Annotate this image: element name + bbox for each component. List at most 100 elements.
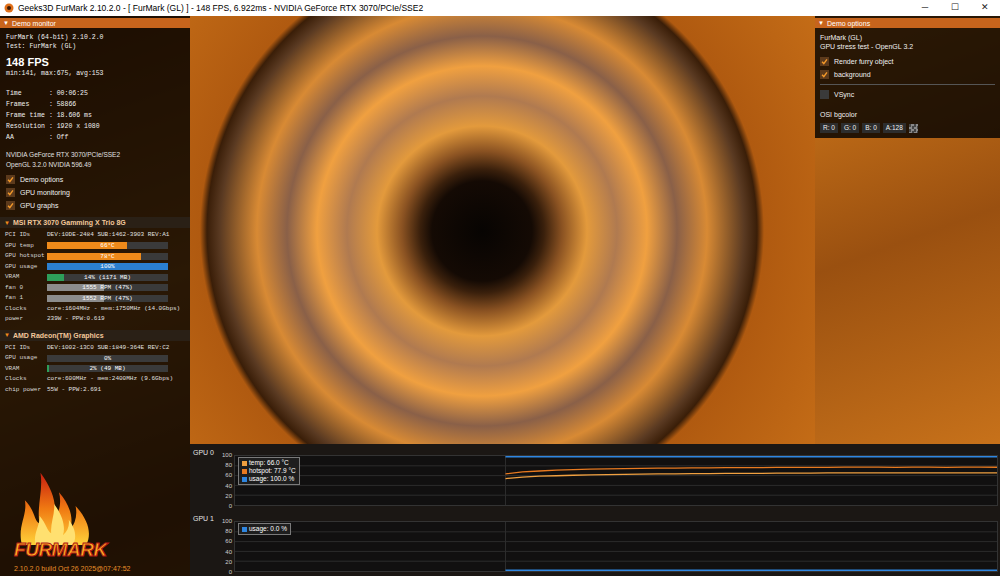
checkbox-row[interactable]: VSync <box>820 88 995 101</box>
check-icon <box>7 176 14 183</box>
meter-value: 66°C <box>47 242 168 249</box>
gpu-row: Clockscore:600MHz - mem:2400MHz (9.6Gbps… <box>5 374 185 385</box>
checkbox[interactable] <box>820 90 829 99</box>
checkbox-label: GPU monitoring <box>20 188 70 197</box>
color-field[interactable]: R: 0 <box>820 123 838 133</box>
color-field[interactable]: B: 0 <box>862 123 880 133</box>
checkbox-label: background <box>834 70 871 79</box>
window-control-button[interactable]: ✕ <box>970 0 1000 16</box>
checkbox[interactable] <box>820 70 829 79</box>
gpu-header[interactable]: ▼MSI RTX 3070 Gamming X Trio 8G <box>0 217 190 228</box>
checkbox[interactable] <box>820 57 829 66</box>
gpu-row: VRAM14% (1171 MB) <box>5 272 185 283</box>
stat-line: AA : Off <box>6 132 184 143</box>
gpu-row: GPU hotspot78°C <box>5 251 185 262</box>
checkbox[interactable] <box>6 201 15 210</box>
app-window: Geeks3D FurMark 2.10.2.0 - [ FurMark (GL… <box>0 0 1000 576</box>
checkbox-row[interactable]: GPU graphs <box>6 199 184 212</box>
collapse-icon[interactable]: ▼ <box>818 19 824 27</box>
graphs-panel: GPU 0100806040200 temp: 66.0 °Chotspot: 7… <box>190 444 1000 576</box>
legend-swatch <box>242 477 247 482</box>
legend-item: temp: 66.0 °C <box>242 459 296 467</box>
color-swatch[interactable] <box>909 124 918 133</box>
chart-legend: temp: 66.0 °Chotspot: 77.9 °Cusage: 100.… <box>238 457 300 485</box>
color-field[interactable]: G: 0 <box>841 123 859 133</box>
gpu-row: VRAM2% (49 MB) <box>5 364 185 375</box>
expand-icon[interactable]: ▼ <box>4 219 10 227</box>
panel-header[interactable]: ▼Demo options <box>815 18 1000 28</box>
meter-fill <box>47 253 141 260</box>
meter-track: 1552 RPM (47%) <box>47 295 168 302</box>
panel-header[interactable]: ▼Demo monitor <box>0 18 190 28</box>
color-field[interactable]: A:128 <box>883 123 906 133</box>
test-name: Test: FurMark (GL) <box>6 42 184 51</box>
bgcolor-fields: R: 0G: 0B: 0A:128 <box>820 123 995 133</box>
line-chart <box>235 456 997 505</box>
gpu-row: PCI IDsDEV:1002-13C0 SUB:1849-364E REV:C… <box>5 343 185 354</box>
legend-label: usage: 0.0 % <box>249 525 287 533</box>
legend-item: hotspot: 77.9 °C <box>242 467 296 475</box>
panel-title: Demo options <box>827 19 870 28</box>
checkbox[interactable] <box>6 188 15 197</box>
gpu-rows: PCI IDsDEV:10DE-2484 SUB:1462-3903 REV:A… <box>0 230 190 325</box>
grid-line <box>505 456 506 505</box>
checkbox-label: GPU graphs <box>20 201 59 210</box>
window-title: Geeks3D FurMark 2.10.2.0 - [ FurMark (GL… <box>18 2 910 14</box>
toggle-list: Render furry object background <box>820 55 995 81</box>
axis-tick: 60 <box>218 472 232 479</box>
axis-tick: 80 <box>218 462 232 469</box>
row-label: GPU temp <box>5 242 47 250</box>
gpu-name: MSI RTX 3070 Gamming X Trio 8G <box>13 218 126 227</box>
series-line <box>506 570 997 571</box>
grid-line <box>235 485 997 486</box>
graph-label: GPU 0 <box>190 444 218 510</box>
grid-line <box>235 531 997 532</box>
grid-line <box>235 551 997 552</box>
meter-color <box>47 365 49 372</box>
check-stroke <box>8 203 13 207</box>
row-value: 55W - PPW:2.691 <box>47 386 101 394</box>
checkbox-row[interactable]: Demo options <box>6 173 184 186</box>
row-value: core:600MHz - mem:2400MHz (9.6Gbps) <box>47 375 173 383</box>
checkbox[interactable] <box>6 175 15 184</box>
check-stroke <box>822 72 827 76</box>
checkbox-label: Demo options <box>20 175 63 184</box>
build-info: 2.10.2.0 build Oct 26 2025@07:47:52 <box>14 564 130 573</box>
stat-line: Frame time : 18.606 ms <box>6 110 184 121</box>
checkbox-row[interactable]: GPU monitoring <box>6 186 184 199</box>
row-label: VRAM <box>5 365 47 373</box>
row-value: DEV:10DE-2484 SUB:1462-3903 REV:A1 <box>47 231 169 239</box>
grid-line <box>235 561 997 562</box>
row-label: fan 0 <box>5 284 47 292</box>
window-control-button[interactable]: ─ <box>910 0 940 16</box>
row-label: fan 1 <box>5 294 47 302</box>
separator <box>820 84 995 85</box>
meter-value: 0% <box>47 355 168 362</box>
vsync-row: VSync <box>820 88 995 101</box>
meter-track: 0% <box>47 355 168 362</box>
tick-list: 100806040200 <box>218 518 232 576</box>
axis-tick: 0 <box>218 503 232 510</box>
gpu-row: fan 01555 RPM (47%) <box>5 283 185 294</box>
app-icon <box>4 3 14 13</box>
series-line <box>506 456 997 457</box>
gpu-header[interactable]: ▼AMD Radeon(TM) Graphics <box>0 330 190 341</box>
collapse-icon[interactable]: ▼ <box>3 19 9 27</box>
right-area: ▼Demo optionsFurMark (GL)GPU stress test… <box>190 16 1000 576</box>
stat-line: Frames : 58866 <box>6 99 184 110</box>
chart-legend: usage: 0.0 % <box>238 523 291 535</box>
meter-value: 14% (1171 MB) <box>47 274 168 281</box>
row-label: PCI IDs <box>5 231 47 239</box>
axis-tick: 100 <box>218 452 232 459</box>
checkbox-row[interactable]: Render furry object <box>820 55 995 68</box>
meter-track: 100% <box>47 263 168 270</box>
legend-label: hotspot: 77.9 °C <box>249 467 296 475</box>
row-label: GPU hotspot <box>5 252 47 260</box>
window-control-button[interactable]: ☐ <box>940 0 970 16</box>
axis-tick: 40 <box>218 549 232 556</box>
checkbox-row[interactable]: background <box>820 68 995 81</box>
main-area: ▼Demo monitorFurMark (64-bit) 2.10.2.0Te… <box>0 16 1000 576</box>
meter-track: 1555 RPM (47%) <box>47 284 168 291</box>
row-label: Clocks <box>5 305 47 313</box>
expand-icon[interactable]: ▼ <box>4 331 10 339</box>
